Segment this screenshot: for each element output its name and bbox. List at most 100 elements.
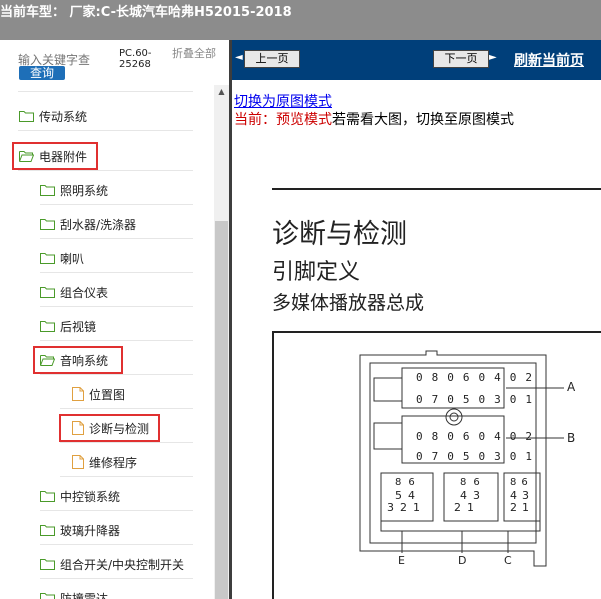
tree-separator — [40, 578, 193, 579]
sidebar: 查询 PC.60-25268 折叠全部 传动系统 电器附件 照明系统 刮水器/洗… — [0, 40, 229, 599]
tree-item-electrical-accessories[interactable]: 电器附件 — [19, 144, 87, 168]
pin-row-d-bottom: 21 — [454, 501, 480, 514]
tree-separator — [18, 91, 193, 92]
pin-label: 2 — [400, 501, 413, 514]
pin-label: 8 — [395, 477, 409, 488]
page-navigation-bar: ◄ 上一页 下一页 ► 刷新当前页 — [232, 40, 601, 80]
prev-page-button[interactable]: 上一页 — [244, 50, 300, 68]
tree-item-lighting[interactable]: 照明系统 — [40, 178, 108, 202]
pin-label: 06 — [447, 371, 479, 384]
pin-label: 01 — [509, 450, 541, 463]
tree-separator — [40, 204, 193, 205]
pin-label: 6 — [521, 477, 533, 488]
document-section-title: 多媒体播放器总成 — [272, 292, 425, 314]
document-icon — [72, 421, 84, 435]
tree-separator — [40, 374, 193, 375]
tree-item-label: 电器附件 — [39, 149, 88, 164]
tree-item-label: 音响系统 — [60, 353, 109, 368]
vehicle-header: 当前车型： 厂家:C-长城汽车哈弗H52015-2018 — [0, 0, 601, 40]
pin-row-c-top: 86 — [510, 477, 533, 488]
tree-item-combination-switch[interactable]: 组合开关/中央控制开关 — [40, 552, 184, 576]
pin-row-e-top: 86 — [395, 477, 422, 488]
tree-item-parking-radar[interactable]: 防撞雷达 — [40, 586, 108, 599]
query-button[interactable]: 查询 — [19, 66, 65, 80]
tree-item-transmission[interactable]: 传动系统 — [19, 104, 87, 128]
scroll-up-arrow-icon[interactable]: ▲ — [214, 85, 229, 99]
vehicle-title: 当前车型： 厂家:C-长城汽车哈弗H52015-2018 — [0, 5, 292, 20]
tree-item-label: 中控锁系统 — [60, 489, 121, 504]
folder-icon — [40, 524, 55, 536]
connector-label-d: D — [458, 554, 467, 567]
tree-item-audio-system[interactable]: 音响系统 — [40, 348, 108, 372]
connector-label-a: A — [567, 380, 576, 394]
connector-label-c: C — [504, 554, 512, 567]
view-mode-status: 当前：预览模式若需看大图，切换至原图模式 — [234, 109, 514, 129]
pin-row-b-top: 08060402 — [416, 430, 541, 443]
folder-icon — [40, 592, 55, 599]
folder-icon — [40, 558, 55, 570]
next-page-button[interactable]: 下一页 — [433, 50, 489, 68]
connector-label-e: E — [398, 554, 405, 567]
collapse-all-button[interactable]: 折叠全部 — [172, 48, 216, 60]
pin-label: 6 — [473, 477, 487, 488]
tree-item-label: 传动系统 — [39, 109, 88, 124]
content-pane: ◄ 上一页 下一页 ► 刷新当前页 切换为原图模式 当前：预览模式若需看大图，切… — [232, 40, 601, 599]
document-heading: 诊断与检测 — [272, 219, 407, 250]
pin-row-a-top: 08060402 — [416, 371, 541, 384]
tree-item-label: 组合仪表 — [60, 285, 109, 300]
pin-row-d-top: 86 — [460, 477, 487, 488]
pin-row-e-bottom: 321 — [387, 501, 426, 514]
pin-label: 03 — [478, 393, 510, 406]
tree-item-wiper[interactable]: 刮水器/洗涤器 — [40, 212, 136, 236]
pin-label: 2 — [510, 501, 522, 514]
tree-item-window-lifter[interactable]: 玻璃升降器 — [40, 518, 120, 542]
tree-item-label: 照明系统 — [60, 183, 109, 198]
next-arrow-icon: ► — [489, 52, 497, 63]
pin-label: 8 — [510, 477, 522, 488]
pin-label: 02 — [509, 430, 541, 443]
tree-item-mirrors[interactable]: 后视镜 — [40, 314, 96, 338]
tree-separator — [40, 510, 193, 511]
refresh-page-link[interactable]: 刷新当前页 — [514, 50, 584, 70]
pin-row-c-bottom: 21 — [510, 501, 534, 514]
tree-item-label: 玻璃升降器 — [60, 523, 121, 538]
tree-item-horn[interactable]: 喇叭 — [40, 246, 84, 270]
tree-separator — [40, 340, 193, 341]
pin-label: 1 — [467, 501, 480, 514]
tree-item-location-diagram[interactable]: 位置图 — [72, 382, 125, 406]
tree-item-instrument-cluster[interactable]: 组合仪表 — [40, 280, 108, 304]
tree-item-label: 维修程序 — [89, 455, 138, 470]
switch-original-mode-link[interactable]: 切换为原图模式 — [234, 91, 332, 111]
pin-label: 3 — [387, 501, 400, 514]
connector-label-b: B — [567, 431, 576, 445]
tree-separator — [40, 272, 193, 273]
sidebar-scrollbar-thumb[interactable] — [215, 221, 228, 599]
tree-separator — [18, 130, 193, 131]
pin-label: 06 — [447, 430, 479, 443]
tree-item-label: 后视镜 — [60, 319, 97, 334]
document-icon — [72, 387, 84, 401]
status-prefix: 当前： — [234, 112, 276, 128]
tree-separator — [40, 238, 193, 239]
tree-item-label: 位置图 — [89, 387, 126, 402]
search-row: 查询 PC.60-25268 折叠全部 — [0, 40, 229, 85]
document-icon — [72, 455, 84, 469]
pin-label: 05 — [447, 450, 479, 463]
pin-label: 1 — [413, 501, 426, 514]
folder-icon — [40, 320, 55, 332]
tree-item-diagnosis[interactable]: 诊断与检测 — [72, 416, 149, 440]
tree-item-repair-procedures[interactable]: 维修程序 — [72, 450, 137, 474]
folder-open-icon — [19, 150, 34, 162]
tree-item-label: 刮水器/洗涤器 — [60, 217, 137, 232]
tree-item-central-locking[interactable]: 中控锁系统 — [40, 484, 120, 508]
pin-label: 08 — [416, 371, 448, 384]
tree-separator — [60, 476, 193, 477]
folder-icon — [40, 286, 55, 298]
pin-row-a-bottom: 07050301 — [416, 393, 541, 406]
tree-separator — [40, 544, 193, 545]
pin-label: 8 — [460, 477, 474, 488]
pin-label: 07 — [416, 393, 448, 406]
tree-item-label: 组合开关/中央控制开关 — [60, 557, 185, 572]
tree-item-label: 喇叭 — [60, 251, 85, 266]
pin-label: 07 — [416, 450, 448, 463]
